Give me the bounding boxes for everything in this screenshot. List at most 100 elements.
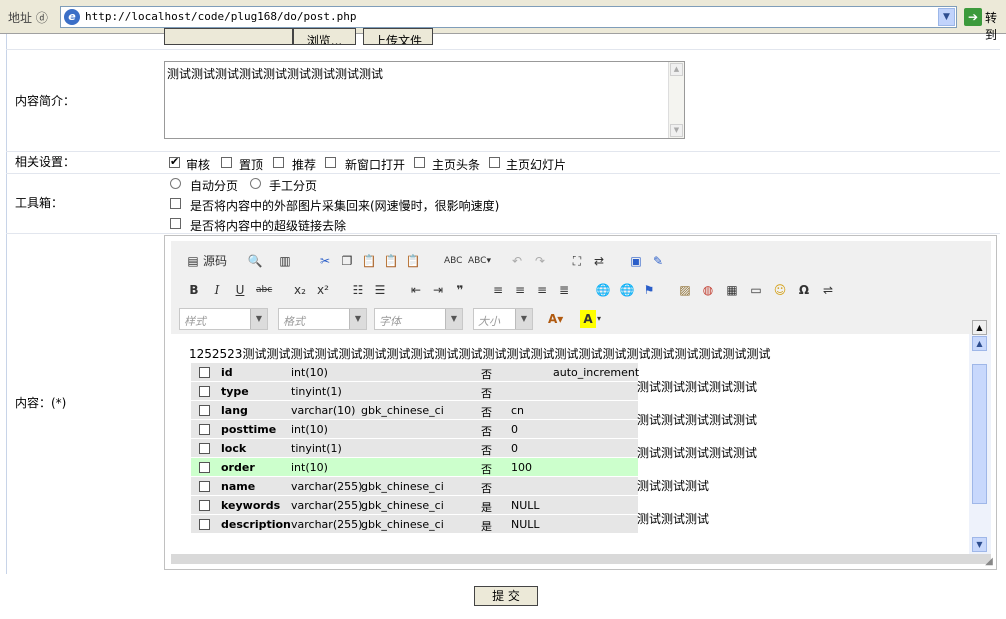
underline-icon[interactable]: U [231,281,249,299]
resize-grip-icon[interactable]: ◢ [982,555,996,569]
indent-icon[interactable]: ⇥ [429,281,447,299]
row-checkbox[interactable] [199,519,210,530]
spellcheck-icon[interactable]: ABC [444,252,462,270]
radio-manual-paging[interactable] [250,178,261,189]
scroll-down-icon[interactable]: ▼ [972,537,987,552]
remove-links-label: 是否将内容中的超级链接去除 [190,219,347,233]
scroll-up-icon[interactable]: ▲ [972,320,987,335]
cell-null: 否 [481,425,492,438]
table-icon[interactable]: ▦ [723,281,741,299]
paste-icon[interactable]: 📋 [360,252,378,270]
checkbox-top[interactable] [221,157,232,168]
style-combo[interactable]: 样式 ▼ [179,308,268,330]
text-color-icon[interactable]: A▾ [548,310,563,328]
copy-icon[interactable]: ❐ [338,252,356,270]
checkbox-collect-images[interactable] [170,198,181,209]
scroll-up-icon[interactable]: ▲ [972,336,987,351]
spellcheck-as-you-type-icon[interactable]: ABC▾ [468,252,491,270]
chevron-down-icon[interactable]: ▼ [250,309,267,329]
italic-icon[interactable]: I [208,281,226,299]
radio-auto-paging[interactable] [170,178,181,189]
link-icon[interactable]: 🌐 [594,281,612,299]
replace-icon[interactable]: ⇄ [590,252,608,270]
row-checkbox[interactable] [199,462,210,473]
blockquote-icon[interactable]: ❞ [451,281,469,299]
file-path-input[interactable] [164,28,293,45]
strikethrough-icon[interactable]: abc [256,281,272,299]
background-color-icon[interactable]: A [580,310,596,328]
address-dropdown-button[interactable]: ▼ [938,8,955,26]
cell-default: cn [511,404,525,417]
align-left-icon[interactable]: ≡ [489,281,507,299]
address-input[interactable]: e http://localhost/code/plug168/do/post.… [60,6,957,28]
smiley-icon[interactable]: ☺ [771,281,789,299]
special-char-icon[interactable]: Ω [795,281,813,299]
editor-content-area[interactable]: 1252523测试测试测试测试测试测试测试测试测试测试测试测试测试测试测试测试测… [171,334,969,554]
page-break-icon[interactable]: ⇌ [819,281,837,299]
row-checkbox[interactable] [199,443,210,454]
address-url: http://localhost/code/plug168/do/post.ph… [85,10,357,23]
paste-text-icon[interactable]: 📋 [382,252,400,270]
unlink-icon[interactable]: 🌐 [618,281,636,299]
subscript-icon[interactable]: x₂ [291,281,309,299]
cell-null: 否 [481,368,492,381]
checkbox-headline[interactable] [414,157,425,168]
manual-paging-label: 手工分页 [269,179,318,193]
row-checkbox[interactable] [199,481,210,492]
bulleted-list-icon[interactable]: ☰ [371,281,389,299]
remove-format-icon[interactable]: ✎ [649,252,667,270]
checkbox-slideshow[interactable] [489,157,500,168]
cell-name: name [221,480,256,493]
background-color-dropdown-icon[interactable]: ▾ [597,310,601,328]
checkbox-remove-links[interactable] [170,218,181,229]
redo-icon[interactable]: ↷ [531,252,549,270]
checkbox-audit[interactable] [169,155,180,168]
editor-side-line: 测试测试测试测试测试 [637,446,758,460]
row-checkbox[interactable] [199,424,210,435]
submit-button[interactable]: 提 交 [474,586,538,606]
summary-textarea[interactable]: 测试测试测试测试测试测试测试测试测试 ▲ ▼ [164,61,685,139]
upload-file-button[interactable]: 上传文件 [363,28,433,45]
font-combo[interactable]: 字体 ▼ [374,308,463,330]
format-combo[interactable]: 格式 ▼ [278,308,367,330]
align-justify-icon[interactable]: ≣ [555,281,573,299]
checkbox-recommend[interactable] [273,157,284,168]
source-icon[interactable]: ▤ [184,252,202,270]
preview-icon[interactable]: 🔍 [246,252,264,270]
chevron-down-icon[interactable]: ▼ [349,309,366,329]
scroll-up-icon[interactable]: ▲ [670,63,683,76]
go-arrow-icon[interactable]: ➔ [964,8,982,26]
summary-scrollbar[interactable]: ▲ ▼ [668,62,684,138]
paste-word-icon[interactable]: 📋 [404,252,422,270]
outdent-icon[interactable]: ⇤ [407,281,425,299]
row-checkbox[interactable] [199,367,210,378]
size-combo[interactable]: 大小 ▼ [473,308,533,330]
browse-button[interactable]: 浏览... [293,28,356,45]
row-checkbox[interactable] [199,405,210,416]
templates-icon[interactable]: ▥ [276,252,294,270]
numbered-list-icon[interactable]: ☷ [349,281,367,299]
checkbox-new-window[interactable] [325,157,336,168]
align-center-icon[interactable]: ≡ [511,281,529,299]
editor-first-line: 1252523测试测试测试测试测试测试测试测试测试测试测试测试测试测试测试测试测… [189,347,771,361]
scroll-thumb[interactable] [972,364,987,504]
select-all-icon[interactable]: ▣ [627,252,645,270]
cell-null: 否 [481,406,492,419]
image-icon[interactable]: ▨ [676,281,694,299]
bold-icon[interactable]: B [185,281,203,299]
editor-scrollbar[interactable]: ▲ ▲ ▼ [969,320,991,554]
align-right-icon[interactable]: ≡ [533,281,551,299]
cut-icon[interactable]: ✂ [316,252,334,270]
row-checkbox[interactable] [199,500,210,511]
flash-icon[interactable]: ◍ [699,281,717,299]
anchor-icon[interactable]: ⚑ [640,281,658,299]
horizontal-rule-icon[interactable]: ▭ [747,281,765,299]
scroll-down-icon[interactable]: ▼ [670,124,683,137]
chevron-down-icon[interactable]: ▼ [515,309,532,329]
row-checkbox[interactable] [199,386,210,397]
undo-icon[interactable]: ↶ [508,252,526,270]
source-button[interactable]: 源码 [203,252,227,270]
chevron-down-icon[interactable]: ▼ [445,309,462,329]
superscript-icon[interactable]: x² [314,281,332,299]
find-icon[interactable]: ⛶ [568,252,586,270]
